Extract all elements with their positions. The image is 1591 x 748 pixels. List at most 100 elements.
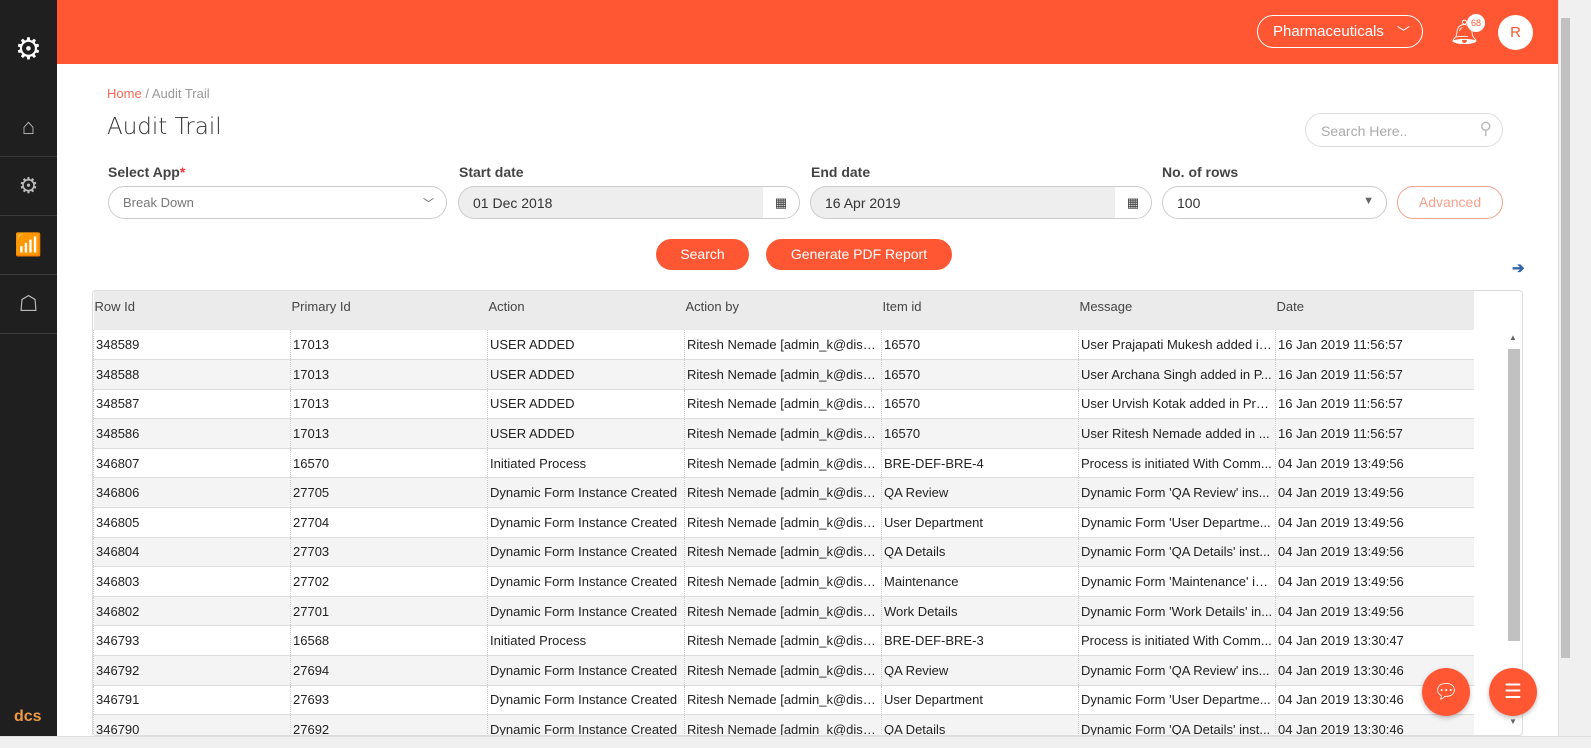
calendar-icon[interactable]: ▦ [763,187,799,218]
table-cell: 04 Jan 2019 13:30:47 [1275,625,1474,657]
table-cell: Process is initiated With Comm... [1078,448,1276,479]
audit-table: Row Id Primary Id Action Action by Item id Me… [92,290,1523,736]
table-cell: 17013 [290,330,488,361]
table-cell: 04 Jan 2019 13:49:56 [1275,537,1474,568]
table-row[interactable]: 346804 27703 Dynamic Form Instance Created… [93,537,1474,568]
menu-button[interactable]: ☰ [1489,668,1537,716]
search-placeholder: Search Here.. [1321,123,1408,139]
table-cell: Maintenance [881,566,1079,597]
column-header[interactable]: Message [1078,291,1276,330]
table-cell: Dynamic Form 'Work Details' in... [1078,596,1276,627]
advanced-button[interactable]: Advanced [1397,186,1503,219]
table-cell: Ritesh Nemade [admin_k@disc... [684,685,882,716]
select-app-dropdown[interactable]: Break Down ﹀ [108,186,447,219]
table-cell: QA Details [881,537,1079,568]
avatar[interactable]: R [1498,15,1533,50]
table-row[interactable]: 346791 27693 Dynamic Form Instance Created… [93,685,1474,716]
table-row[interactable]: 346807 16570 Initiated Process Ritesh Nemad… [93,448,1474,479]
table-cell: 16570 [881,389,1079,420]
table-cell: 346791 [93,685,291,716]
calendar-icon[interactable]: ▦ [1115,187,1151,218]
sidebar-item-home[interactable]: ⌂ [0,98,57,157]
sidebar-item-admin[interactable]: ☖ [0,275,57,334]
chevron-down-icon: ﹀ [1396,25,1410,40]
column-header[interactable]: Action by [684,291,882,330]
breadcrumb: Home / Audit Trail [107,86,210,101]
organization-dropdown[interactable]: Pharmaceuticals ﹀ [1257,15,1423,48]
arrow-right-icon[interactable]: ➔ [1512,259,1525,277]
table-cell: User Department [881,507,1079,538]
table-cell: Initiated Process [487,625,685,657]
gear-icon: ⚙ [18,173,39,198]
table-cell: 346807 [93,448,291,479]
column-header[interactable]: Date [1275,291,1474,330]
search-icon[interactable]: ⚲ [1480,119,1492,139]
rows-select[interactable]: 100 ▼ [1162,186,1387,219]
table-cell: 348588 [93,359,291,390]
table-cell: Ritesh Nemade [admin_k@disc... [684,359,882,390]
chat-icon: 💬︎ [1433,681,1459,703]
table-cell: 346802 [93,596,291,627]
table-cell: 16 Jan 2019 11:56:57 [1275,418,1474,449]
column-header[interactable]: Action [487,291,685,330]
table-row[interactable]: 346793 16568 Initiated Process Ritesh Nemad… [93,625,1474,657]
start-date-label: Start date [459,164,524,180]
table-cell: Dynamic Form 'User Departme... [1078,507,1276,538]
start-date-input[interactable]: 01 Dec 2018 ▦ [458,186,800,219]
table-cell: 346793 [93,625,291,657]
table-cell: User Archana Singh added in P... [1078,359,1276,390]
chat-button[interactable]: 💬︎ [1422,668,1470,716]
table-cell: 16 Jan 2019 11:56:57 [1275,330,1474,361]
table-cell: Ritesh Nemade [admin_k@disc... [684,448,882,479]
sidebar: ⚙ ⌂ ⚙ 📶 ☖ dcs [0,0,57,736]
table-row[interactable]: 346805 27704 Dynamic Form Instance Created… [93,507,1474,538]
table-cell: 346805 [93,507,291,538]
table-cell: Ritesh Nemade [admin_k@disc... [684,596,882,627]
table-cell: Dynamic Form Instance Created [487,655,685,686]
table-cell: USER ADDED [487,418,685,449]
table-row[interactable]: 348589 17013 USER ADDED Ritesh Nemade [admi… [93,330,1474,361]
table-cell: Ritesh Nemade [admin_k@disc... [684,537,882,568]
table-row[interactable]: 348586 17013 USER ADDED Ritesh Nemade [admi… [93,418,1474,449]
table-cell: 27702 [290,566,488,597]
table-cell: USER ADDED [487,359,685,390]
table-cell: Dynamic Form 'Maintenance' in... [1078,566,1276,597]
table-row[interactable]: 346806 27705 Dynamic Form Instance Created… [93,477,1474,509]
table-cell: 16 Jan 2019 11:56:57 [1275,389,1474,420]
table-row[interactable]: 346802 27701 Dynamic Form Instance Created… [93,596,1474,627]
column-header[interactable]: Row Id [93,291,291,330]
table-cell: 16 Jan 2019 11:56:57 [1275,359,1474,390]
end-date-label: End date [811,164,871,180]
generate-pdf-button[interactable]: Generate PDF Report [766,239,952,270]
table-row[interactable]: 348587 17013 USER ADDED Ritesh Nemade [admi… [93,389,1474,420]
table-cell: Dynamic Form Instance Created [487,714,685,735]
table-cell: 04 Jan 2019 13:49:56 [1275,596,1474,627]
table-row[interactable]: 346803 27702 Dynamic Form Instance Created… [93,566,1474,597]
table-cell: User Urvish Kotak added in Pre... [1078,389,1276,420]
breadcrumb-home[interactable]: Home [107,86,142,101]
search-input[interactable]: Search Here.. ⚲ [1305,113,1503,147]
table-cell: 27701 [290,596,488,627]
page-scrollbar[interactable] [1558,0,1591,736]
table-cell: Initiated Process [487,448,685,479]
table-cell: Ritesh Nemade [admin_k@disc... [684,507,882,538]
home-icon: ⌂ [21,114,36,139]
table-row[interactable]: 346790 27692 Dynamic Form Instance Created… [93,714,1474,735]
table-cell: Ritesh Nemade [admin_k@disc... [684,477,882,509]
table-cell: Dynamic Form 'QA Details' inst... [1078,537,1276,568]
table-row[interactable]: 348588 17013 USER ADDED Ritesh Nemade [admi… [93,359,1474,390]
chart-icon: 📶 [14,232,43,257]
end-date-input[interactable]: 16 Apr 2019 ▦ [810,186,1152,219]
table-row[interactable]: 346792 27694 Dynamic Form Instance Created… [93,655,1474,686]
sidebar-item-reports[interactable]: 📶 [0,216,57,275]
table-cell: 27693 [290,685,488,716]
search-button[interactable]: Search [656,239,749,270]
app-logo-icon[interactable]: ⚙ [0,0,57,98]
table-cell: 346792 [93,655,291,686]
table-cell: 348586 [93,418,291,449]
table-cell: 346806 [93,477,291,509]
column-header[interactable]: Item id [881,291,1079,330]
table-cell: 17013 [290,359,488,390]
sidebar-item-settings[interactable]: ⚙ [0,157,57,216]
column-header[interactable]: Primary Id [290,291,488,330]
